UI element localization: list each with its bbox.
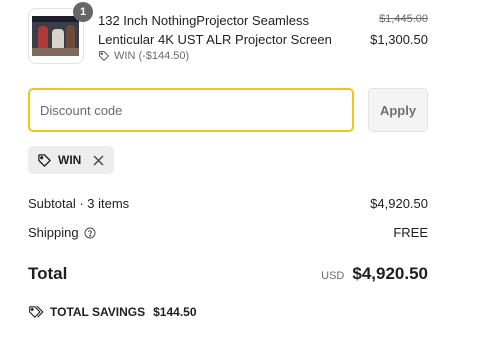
total-savings: TOTAL SAVINGS $144.50	[28, 305, 197, 319]
order-summary: 1 132 Inch NothingProjector Seamless Len…	[0, 0, 500, 355]
total-label: Total	[28, 264, 68, 283]
subtotal-label: Subtotal · 3 items	[28, 196, 130, 211]
product-discount: WIN (-$144.50)	[98, 50, 189, 62]
discount-code-input[interactable]	[28, 88, 354, 132]
projector-screen-image	[32, 16, 79, 56]
total-value-group: USD $4,920.50	[321, 264, 428, 284]
total-amount: $4,920.50	[352, 264, 428, 283]
apply-button[interactable]: Apply	[368, 88, 428, 132]
product-discount-text: WIN (-$144.50)	[114, 50, 190, 62]
shipping-row-label: Shipping	[28, 225, 96, 240]
product-thumbnail-wrapper: 1	[28, 2, 93, 64]
shipping-label: Shipping	[28, 225, 79, 240]
original-price: $1,445.00	[379, 13, 428, 25]
subtotal-value: $4,920.50	[370, 196, 428, 211]
discounted-price: $1,300.50	[370, 32, 428, 47]
tags-icon	[28, 305, 44, 319]
applied-discount-chip: WIN	[28, 146, 115, 174]
total-savings-amount: $144.50	[153, 305, 197, 319]
currency-code: USD	[321, 270, 345, 282]
total-savings-label: TOTAL SAVINGS	[50, 305, 146, 319]
shipping-value: FREE	[393, 225, 428, 240]
tag-icon	[98, 50, 110, 62]
remove-discount-icon[interactable]	[91, 153, 105, 167]
product-title: 132 Inch NothingProjector Seamless Lenti…	[98, 13, 332, 47]
help-icon[interactable]	[84, 227, 96, 239]
tag-icon	[37, 153, 52, 168]
applied-code-label: WIN	[58, 153, 82, 167]
quantity-badge: 1	[73, 2, 93, 22]
